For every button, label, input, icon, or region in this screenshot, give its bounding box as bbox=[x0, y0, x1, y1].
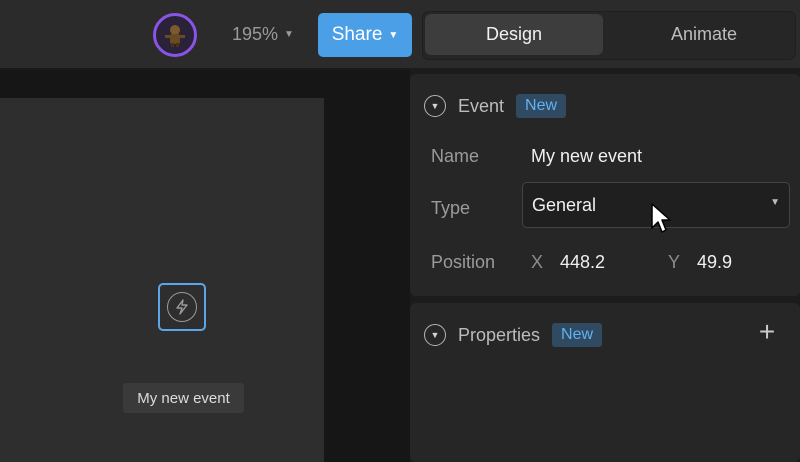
new-badge: New bbox=[516, 94, 567, 118]
y-position-field[interactable]: 49.9 bbox=[697, 252, 732, 273]
zoom-label: 195% bbox=[232, 23, 279, 44]
properties-section-title: Properties bbox=[458, 324, 541, 345]
event-node-label: My new event bbox=[123, 383, 244, 413]
plus-icon: + bbox=[758, 316, 776, 347]
type-label: Type bbox=[431, 198, 471, 218]
chevron-down-icon: ▼ bbox=[388, 29, 399, 41]
properties-section-header: ▼ Properties New bbox=[424, 321, 603, 349]
collapse-icon[interactable]: ▼ bbox=[424, 324, 446, 346]
share-label: Share bbox=[331, 24, 383, 45]
name-field[interactable]: My new event bbox=[531, 146, 642, 167]
type-select-value: General bbox=[532, 195, 597, 215]
top-toolbar: 195% ▼ Share ▼ Design Animate bbox=[0, 0, 800, 69]
inspector-panel: ▼ Event New Name My new event Type Gener… bbox=[410, 70, 800, 462]
collapse-icon[interactable]: ▼ bbox=[424, 95, 446, 117]
tab-animate[interactable]: Animate bbox=[615, 14, 793, 55]
lightning-icon bbox=[167, 292, 197, 322]
name-label: Name bbox=[431, 146, 480, 166]
tab-design-label: Design bbox=[485, 24, 543, 44]
event-section: ▼ Event New Name My new event Type Gener… bbox=[410, 74, 800, 296]
properties-section: ▼ Properties New + bbox=[410, 303, 800, 462]
event-node[interactable] bbox=[158, 283, 206, 331]
chevron-down-icon: ▼ bbox=[284, 28, 294, 40]
new-badge: New bbox=[552, 323, 603, 347]
tab-design[interactable]: Design bbox=[425, 14, 603, 55]
mode-switcher: Design Animate bbox=[422, 11, 796, 60]
event-section-title: Event bbox=[458, 95, 505, 116]
y-label: Y bbox=[668, 252, 681, 272]
canvas[interactable]: My new event bbox=[0, 70, 410, 462]
mouse-pointer-icon bbox=[651, 203, 671, 233]
zoom-dropdown[interactable]: 195% ▼ bbox=[232, 22, 294, 46]
user-avatar-icon[interactable] bbox=[153, 13, 197, 57]
tab-animate-label: Animate bbox=[670, 24, 738, 44]
chevron-down-icon: ▼ bbox=[770, 197, 780, 208]
add-property-button[interactable]: + bbox=[754, 316, 780, 347]
x-label: X bbox=[531, 252, 544, 272]
event-section-header: ▼ Event New bbox=[424, 92, 567, 120]
position-label: Position bbox=[431, 252, 496, 272]
share-button[interactable]: Share ▼ bbox=[318, 13, 412, 57]
x-position-field[interactable]: 448.2 bbox=[560, 252, 605, 273]
